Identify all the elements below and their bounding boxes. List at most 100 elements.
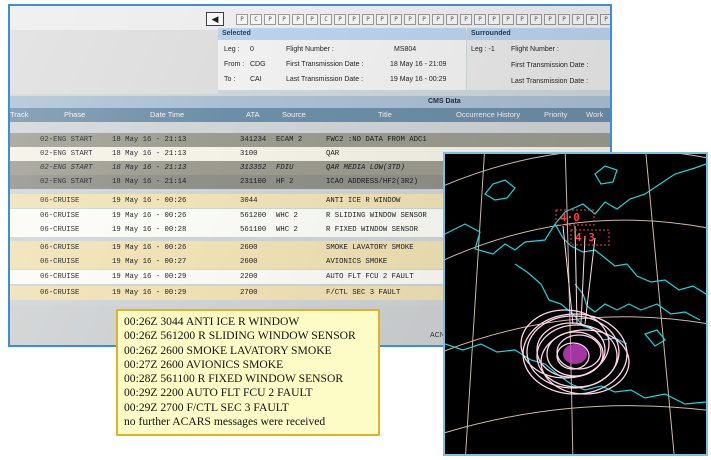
column-priority[interactable]: Priority	[544, 108, 567, 122]
leg-label: Leg :	[224, 46, 240, 53]
message-flag[interactable]: P	[306, 14, 318, 25]
message-flag[interactable]: P	[600, 14, 610, 25]
row-ata: 2600	[240, 244, 258, 252]
map-label-top: 4·0	[560, 211, 580, 224]
from-value: CDG	[250, 61, 266, 68]
to-value: CAI	[250, 76, 262, 83]
acars-line: 00:26Z 3044 ANTI ICE R WINDOW	[124, 315, 300, 328]
map-graphic	[445, 154, 706, 454]
column-ata[interactable]: ATA	[246, 108, 259, 122]
row-title: AVIONICS SMOKE	[326, 258, 388, 266]
row-datetime: 18 May 16 - 21:13	[112, 150, 187, 158]
from-label: From :	[224, 61, 245, 68]
column-title[interactable]: Title	[378, 108, 392, 122]
previous-arrow-button[interactable]: ◀	[206, 12, 224, 26]
column-source[interactable]: Source	[282, 108, 306, 122]
surrounded-leg-label: Leg : -1	[471, 46, 495, 53]
row-title: AUTO FLT FCU 2 FAULT	[326, 273, 414, 281]
leg-value: 0	[250, 46, 254, 53]
cms-data-title: CMS Data	[428, 98, 461, 105]
row-datetime: 18 May 16 - 21:14	[112, 178, 187, 186]
message-flag[interactable]: P	[404, 14, 416, 25]
flight-number-label: Flight Number :	[286, 46, 334, 53]
message-flag[interactable]: P	[376, 14, 388, 25]
row-ata: 2600	[240, 258, 258, 266]
message-flag[interactable]: P	[390, 14, 402, 25]
acars-line: 00:29Z 2700 F/CTL SEC 3 FAULT	[124, 400, 289, 414]
message-flag[interactable]: P	[558, 14, 570, 25]
column-phase[interactable]: Phase	[64, 108, 85, 122]
column-track[interactable]: Track	[10, 108, 28, 122]
selected-flight-panel: Selected Leg : 0 Flight Number : MS804 F…	[218, 28, 466, 90]
row-source: ECAM 2	[276, 136, 303, 144]
column-occurrence-history[interactable]: Occurrence History	[456, 108, 520, 122]
message-flag[interactable]: P	[348, 14, 360, 25]
last-position-blob	[563, 344, 587, 364]
row-datetime: 19 May 16 - 00:27	[112, 258, 187, 266]
row-title: ANTI ICE R WINDOW	[326, 197, 401, 205]
message-flag[interactable]: P	[544, 14, 556, 25]
message-flag[interactable]: P	[586, 14, 598, 25]
row-phase: 06-CRUISE	[40, 244, 80, 252]
row-title: QAR MEDIA LOW(3TD)	[326, 164, 405, 172]
message-flag[interactable]: P	[474, 14, 486, 25]
coastlines	[445, 163, 706, 405]
flight-number-value: MS804	[394, 46, 417, 53]
row-datetime: 19 May 16 - 00:26	[112, 212, 187, 220]
row-datetime: 18 May 16 - 21:13	[112, 136, 187, 144]
message-flag[interactable]: P	[530, 14, 542, 25]
surrounded-first-transmission-label: First Transmission Date :	[511, 62, 589, 69]
row-title: F/CTL SEC 3 FAULT	[326, 289, 401, 297]
left-blank-area	[10, 30, 218, 94]
message-flag[interactable]: P	[432, 14, 444, 25]
row-phase: 02-ENG START	[40, 178, 93, 186]
row-datetime: 19 May 16 - 00:29	[112, 273, 187, 281]
acars-footnote: no further ACARS messages were received	[124, 415, 326, 429]
cms-data-bar: CMS Data	[10, 96, 610, 108]
row-title: SMOKE LAVATORY SMOKE	[326, 244, 414, 252]
message-flag[interactable]: C	[250, 14, 262, 25]
message-flag[interactable]: P	[516, 14, 528, 25]
row-datetime: 19 May 16 - 00:29	[112, 289, 187, 297]
table-row[interactable]: 02-ENG START 18 May 16 - 21:13 341234 EC…	[10, 133, 610, 147]
row-datetime: 19 May 16 - 00:28	[112, 226, 187, 234]
message-flag[interactable]: P	[334, 14, 346, 25]
message-flag[interactable]: P	[278, 14, 290, 25]
message-flag[interactable]: P	[292, 14, 304, 25]
message-flag[interactable]: P	[502, 14, 514, 25]
message-flag[interactable]: P	[362, 14, 374, 25]
message-flag[interactable]: P	[460, 14, 472, 25]
acars-messages-box: 00:26Z 3044 ANTI ICE R WINDOW 00:26Z 561…	[116, 309, 380, 436]
row-ata: 2200	[240, 273, 258, 281]
message-flag[interactable]: P	[488, 14, 500, 25]
first-transmission-value: 18 May 16 - 21:09	[390, 61, 447, 68]
message-flag[interactable]: C	[320, 14, 332, 25]
message-flag[interactable]: P	[572, 14, 584, 25]
row-phase: 02-ENG START	[40, 164, 93, 172]
map-grid	[445, 154, 706, 454]
first-transmission-label: First Transmission Date :	[286, 61, 364, 68]
column-date-time[interactable]: Date Time	[150, 108, 184, 122]
row-ata: 341234	[240, 136, 267, 144]
message-flag[interactable]: P	[264, 14, 276, 25]
surrounded-flight-number-label: Flight Number :	[511, 46, 559, 53]
row-title: FWC2 :NO DATA FROM ADC1	[326, 136, 427, 144]
row-source: WHC 2	[276, 226, 298, 234]
row-title: ICAO ADDRESS/HF2(3R2)	[326, 178, 418, 186]
surrounded-flight-panel: Surrounded Leg : -1 Flight Number : Firs…	[467, 28, 610, 90]
row-phase: 02-ENG START	[40, 136, 93, 144]
message-flag[interactable]: P	[236, 14, 248, 25]
row-phase: 06-CRUISE	[40, 273, 80, 281]
row-ata: 313352	[240, 164, 267, 172]
column-work[interactable]: Work	[586, 108, 603, 122]
surrounded-last-transmission-label: Last Transmission Date :	[511, 78, 589, 85]
message-flag[interactable]: P	[418, 14, 430, 25]
message-flag[interactable]: P	[446, 14, 458, 25]
row-source: HF 2	[276, 178, 294, 186]
row-title: QAR	[326, 150, 340, 158]
table-header: Track Phase Date Time ATA Source Title O…	[10, 108, 610, 122]
row-datetime: 18 May 16 - 21:13	[112, 164, 187, 172]
row-title: R SLIDING WINDOW SENSOR	[326, 212, 427, 220]
surrounded-panel-title: Surrounded	[467, 28, 610, 40]
row-source: WHC 2	[276, 212, 298, 220]
